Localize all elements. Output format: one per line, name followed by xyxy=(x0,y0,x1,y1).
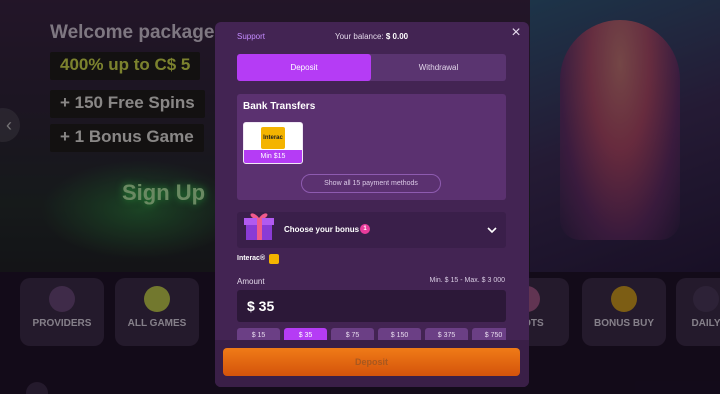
bonus-selector[interactable]: Choose your bonus 1 xyxy=(237,212,506,248)
gift-icon xyxy=(244,213,274,240)
deposit-button[interactable]: Deposit xyxy=(223,348,520,376)
cashier-modal: × Support Your balance: $ 0.00 Deposit W… xyxy=(215,22,529,387)
balance-display: Your balance: $ 0.00 xyxy=(335,32,408,41)
modal-footer: Deposit xyxy=(215,340,529,387)
interac-logo: Interac xyxy=(261,127,285,149)
cashier-tabs: Deposit Withdrawal xyxy=(237,54,506,81)
balance-label: Your balance: xyxy=(335,32,384,41)
payment-method-interac[interactable]: Interac Min $15 xyxy=(243,122,303,164)
bonus-label: Choose your bonus xyxy=(284,225,360,234)
chevron-down-icon xyxy=(487,227,497,234)
tab-withdrawal[interactable]: Withdrawal xyxy=(371,54,506,81)
tab-deposit[interactable]: Deposit xyxy=(237,54,371,81)
show-all-methods-button[interactable]: Show all 15 payment methods xyxy=(301,174,441,193)
selected-method-label: Interac® xyxy=(237,255,266,262)
payment-methods-section: Bank Transfers Interac Min $15 Show all … xyxy=(237,94,506,200)
interac-small-icon xyxy=(269,254,279,264)
method-min-label: Min $15 xyxy=(244,150,302,163)
balance-value: $ 0.00 xyxy=(385,32,409,41)
close-icon[interactable]: × xyxy=(509,25,523,41)
section-title: Bank Transfers xyxy=(243,101,316,112)
amount-range: Min. $ 15 - Max. $ 3 000 xyxy=(429,277,505,284)
bonus-count-badge: 1 xyxy=(360,224,370,234)
amount-input[interactable] xyxy=(237,290,506,322)
amount-label: Amount xyxy=(237,277,265,286)
support-link[interactable]: Support xyxy=(237,32,265,41)
